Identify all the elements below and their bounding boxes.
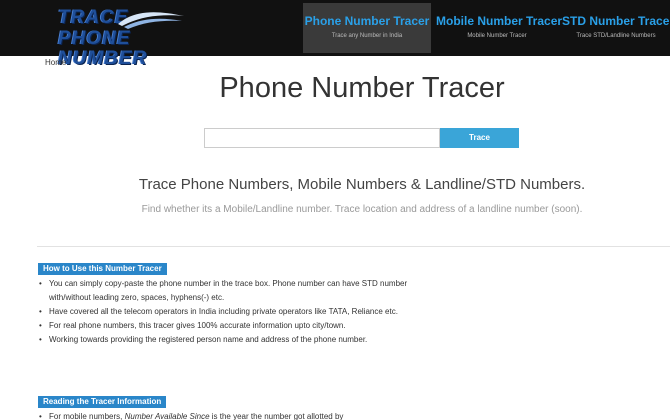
- nav-mobile-number-tracer[interactable]: Mobile Number Tracer Mobile Number Trace…: [436, 3, 563, 53]
- list-item: Have covered all the telecom operators i…: [38, 305, 418, 319]
- breadcrumb-home[interactable]: Home: [45, 58, 66, 67]
- nav-phone-number-tracer[interactable]: Phone Number Tracer Trace any Number in …: [303, 3, 431, 53]
- trace-button[interactable]: Trace: [440, 128, 519, 148]
- list-item: Working towards providing the registered…: [38, 333, 418, 347]
- nav-subtitle: Mobile Number Tracer: [467, 33, 527, 39]
- reading-text-emphasis: Number Available Since: [124, 412, 210, 420]
- nav-title: STD Number Tracer: [562, 14, 670, 28]
- nav-std-number-tracer[interactable]: STD Number Tracer Trace STD/Landline Num…: [562, 3, 670, 53]
- how-to-heading: How to Use this Number Tracer: [38, 263, 167, 275]
- nav-title: Phone Number Tracer: [304, 14, 430, 28]
- site-header: TRACE PHONE NUMBER Phone Number Tracer T…: [0, 0, 670, 69]
- nav-title: Mobile Number Tracer: [436, 14, 563, 28]
- how-to-list: You can simply copy-paste the phone numb…: [38, 277, 418, 347]
- site-logo[interactable]: TRACE PHONE NUMBER: [58, 6, 188, 69]
- nav-subtitle: Trace STD/Landline Numbers: [576, 33, 656, 39]
- section-divider: [37, 246, 670, 247]
- phone-number-input[interactable]: [204, 128, 440, 148]
- reading-info-heading: Reading the Tracer Information: [38, 396, 167, 408]
- reading-text-prefix: For mobile numbers,: [49, 412, 125, 420]
- reading-text-suffix: is the year the number got allotted by: [209, 412, 344, 420]
- tagline: Trace Phone Numbers, Mobile Numbers & La…: [138, 176, 586, 193]
- list-item: You can simply copy-paste the phone numb…: [38, 277, 418, 305]
- page-title: Phone Number Tracer: [219, 72, 505, 104]
- logo-swoosh-icon: [118, 12, 184, 29]
- list-item: For mobile numbers, Number Available Sin…: [38, 410, 438, 420]
- subtitle: Find whether its a Mobile/Landline numbe…: [141, 204, 583, 215]
- logo-text-phone-number: PHONE NUMBER: [58, 28, 148, 69]
- list-item: For real phone numbers, this tracer give…: [38, 319, 418, 333]
- nav-subtitle: Trace any Number in India: [331, 33, 403, 39]
